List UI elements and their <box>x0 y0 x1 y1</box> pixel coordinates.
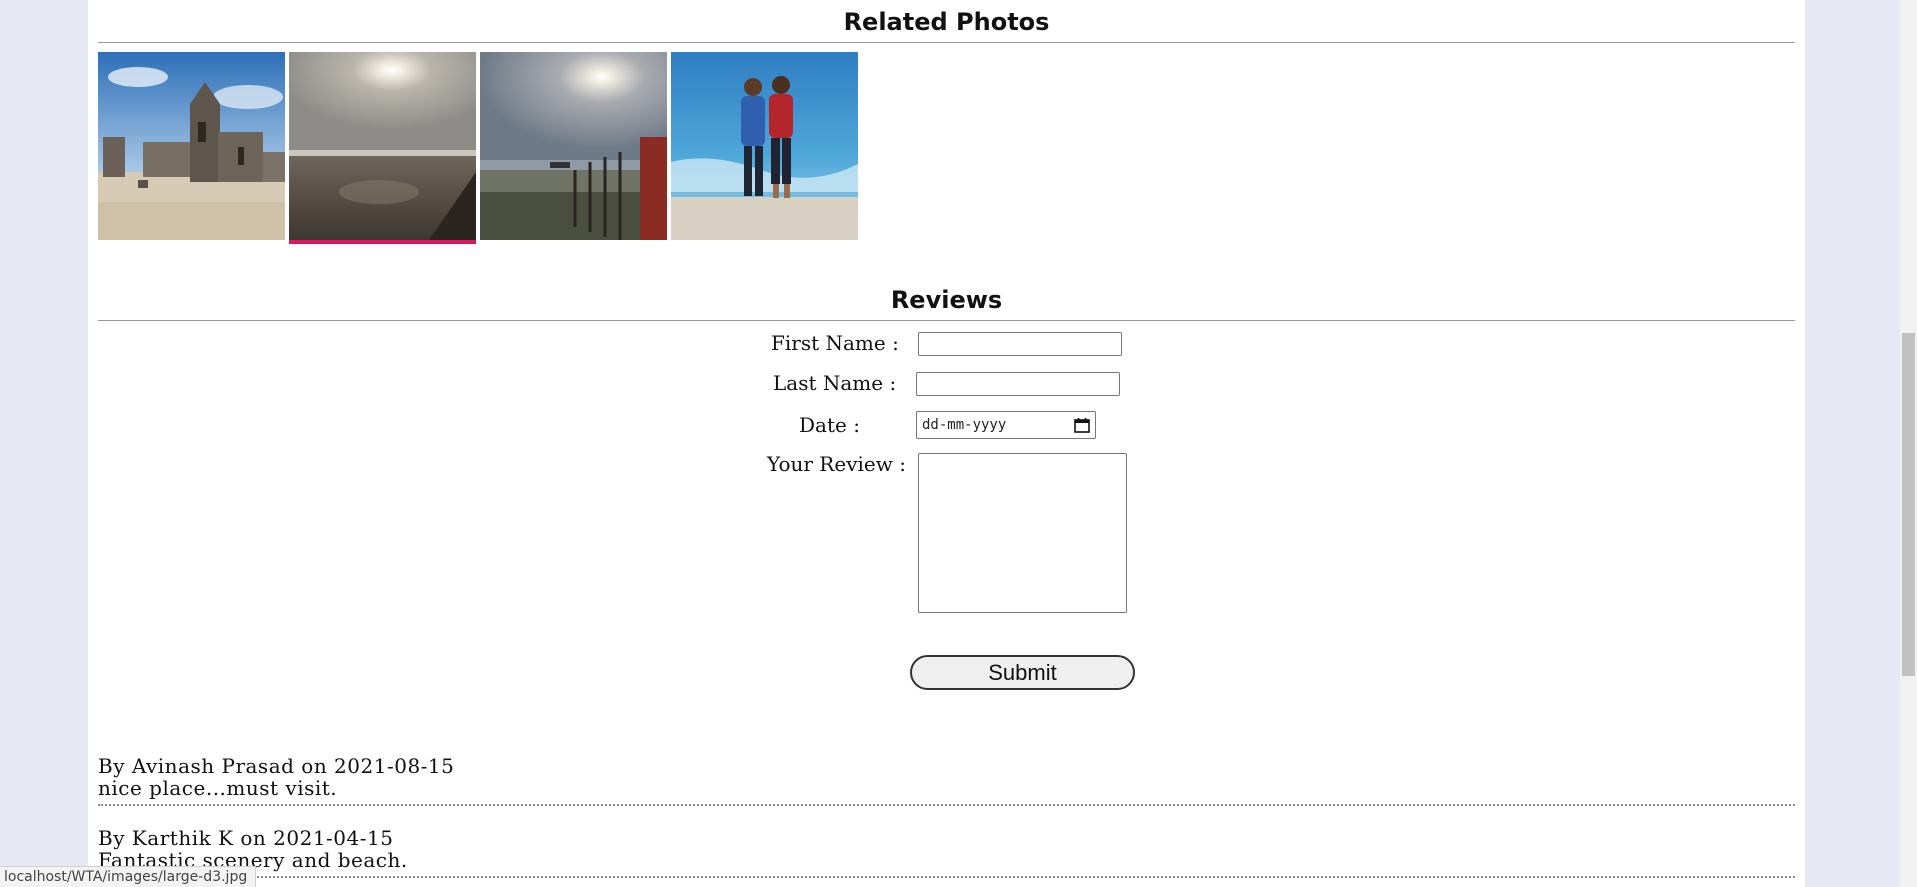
review-text: nice place...must visit. <box>98 776 338 800</box>
calendar-icon[interactable] <box>1074 417 1090 433</box>
review-byline: By Karthik K on 2021-04-15 <box>98 826 394 850</box>
first-name-field[interactable] <box>918 332 1122 356</box>
review-text: Fantastic scenery and beach. <box>98 848 408 872</box>
sun-shore-photo <box>480 52 667 240</box>
vertical-scrollbar[interactable] <box>1900 0 1917 887</box>
date-placeholder: dd-mm-yyyy <box>922 417 1007 433</box>
two-friends-beach-photo <box>671 52 858 240</box>
date-label: Date : <box>799 413 860 437</box>
sunset-beach-photo <box>289 52 476 240</box>
last-name-label: Last Name : <box>773 371 897 395</box>
last-name-field[interactable] <box>916 372 1120 396</box>
related-photos-heading: Related Photos <box>98 8 1795 43</box>
photo-thumb-sunset-beach[interactable] <box>289 52 476 244</box>
reviews-heading: Reviews <box>98 286 1795 321</box>
page-content: Related Photos Reviews First Name: Last… <box>88 0 1805 887</box>
review-byline: By Avinash Prasad on 2021-08-15 <box>98 754 455 778</box>
review-item: By Karthik K on 2021-04-15 Fantastic sce… <box>98 827 1795 878</box>
review-item: By Avinash Prasad on 2021-08-15 nice pla… <box>98 755 1795 806</box>
scrollbar-thumb[interactable] <box>1902 333 1915 676</box>
church-ruins-photo <box>98 52 285 240</box>
submit-button[interactable]: Submit <box>910 655 1135 690</box>
photo-thumb-church-ruins[interactable] <box>98 52 285 240</box>
photo-thumb-two-friends[interactable] <box>671 52 858 240</box>
date-field[interactable]: dd-mm-yyyy <box>916 411 1096 439</box>
your-review-label: Your Review : <box>767 452 906 476</box>
review-textarea[interactable] <box>918 453 1127 613</box>
status-bar-url: localhost/WTA/images/large-d3.jpg <box>0 866 257 887</box>
photo-thumb-sun-shore[interactable] <box>480 52 667 240</box>
first-name-label: First Name : <box>771 331 899 355</box>
